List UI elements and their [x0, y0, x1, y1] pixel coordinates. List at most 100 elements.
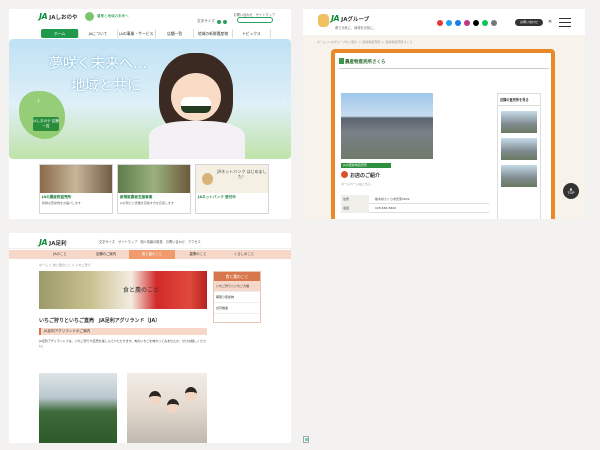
line-icon[interactable] — [482, 20, 488, 26]
card-image-text: JAネットバンク はじめました！ — [217, 169, 267, 179]
sidebar-item-food-education[interactable]: 食育推進 — [214, 303, 260, 314]
nav-life[interactable]: くらしのこと — [221, 250, 267, 259]
ja-group-screenshot: JA JAグループ 食で元気に、地域を元気に。 お問い合わせ ✕ ホーム ＞ J… — [303, 9, 585, 219]
divider — [339, 68, 549, 69]
bird-mascot-icon — [202, 173, 213, 185]
ja-ashikaga-logo[interactable]: JA JA足利 — [39, 238, 66, 247]
logo-ja-mark: JA — [39, 12, 48, 21]
ja-group-logo[interactable]: JA JAグループ — [331, 14, 369, 23]
social-links — [437, 20, 497, 26]
store-title: 農産物直売所さくら — [345, 60, 386, 65]
logo-ja-mark: JA — [39, 238, 48, 247]
back-to-top-button[interactable]: ▲ TOP — [563, 183, 579, 199]
store-thumb[interactable] — [501, 165, 537, 187]
nav-produce[interactable]: 地域の新鮮農産物 — [194, 29, 233, 38]
person-face — [185, 387, 197, 401]
nav-food-agri[interactable]: 食と農のこと — [129, 250, 175, 259]
ja-shionoya-screenshot: JA JAしおのや 農業と地域の未来へ お問い合わせ サイトマップ 文字サイズ … — [9, 9, 291, 219]
utility-links[interactable]: 文字サイズ サイトマップ 個人情報の取扱 お問い合わせ アクセス — [99, 239, 201, 244]
font-size-small-button[interactable] — [216, 19, 221, 24]
tomato-icon — [341, 171, 348, 178]
card-title: JAネットバンク 受付中 — [198, 195, 236, 199]
slider-prev-icon[interactable]: ‹ — [37, 97, 40, 105]
tiktok-icon[interactable] — [473, 20, 479, 26]
card-desc: 新鮮な農産物をお届けします — [42, 201, 82, 205]
breadcrumb[interactable]: ホーム ＞ 食と農のこと ＞ いちご狩り — [39, 263, 91, 267]
card-image — [40, 165, 112, 193]
breadcrumb[interactable]: ホーム ＞ JAグループのご紹介 ＞ 農産物直売所 ＞ 農産物直売所さくら — [317, 40, 412, 44]
subtitle: 食で元気に、地域を元気に。 — [335, 26, 377, 30]
menu-icon[interactable] — [559, 18, 571, 27]
global-nav: JAのこと 店舗のご案内 食と農のこと 農業のこと くらしのこと — [9, 250, 291, 259]
logo-ja-mark: JA — [331, 14, 340, 23]
card-image: JAネットバンク はじめました！ — [196, 165, 268, 193]
sidebar-item-strawberry[interactable]: いちご狩りといちご大福 — [214, 281, 260, 292]
store-thumb[interactable] — [501, 111, 537, 133]
mascot-icon — [318, 14, 329, 27]
nav-about[interactable]: JAのこと — [37, 250, 83, 259]
slider-next-icon[interactable]: › — [282, 97, 285, 105]
banner-title: 食と農のこと — [123, 287, 160, 294]
nav-topics[interactable]: トピックス — [233, 29, 271, 38]
nav-about[interactable]: JAについて — [79, 29, 118, 38]
sidebar-item-produce[interactable]: 朝取り農産物 — [214, 292, 260, 303]
card-direct-sales[interactable]: JAの農産物直売所 新鮮な農産物をお届けします — [39, 164, 113, 214]
hero-catchcopy-1: 夢咲く未来へ… — [49, 56, 147, 72]
store-list-badge[interactable]: JAしおのや 店舗一覧 — [33, 117, 59, 131]
font-size-large-button[interactable] — [222, 19, 227, 24]
font-size-control: 文字サイズ — [197, 19, 227, 24]
top-label: TOP — [567, 191, 575, 195]
section-sidebar: 食と農のこと いちご狩りといちご大福 朝取り農産物 食育推進 — [213, 271, 261, 323]
rss-icon[interactable] — [491, 20, 497, 26]
intro-heading: お店のご紹介 — [350, 173, 381, 179]
category-label: JAの農産物直売所 — [341, 163, 391, 168]
table-row: 電話 028-682-8490 — [341, 203, 489, 213]
table-value: 栃木県さくら市氏家2652 — [375, 197, 410, 201]
nav-home[interactable]: ホーム — [41, 29, 80, 38]
twitter-icon[interactable] — [446, 20, 452, 26]
card-netbank[interactable]: JAネットバンク はじめました！ JAネットバンク 受付中 — [195, 164, 269, 214]
global-nav: ホーム JAについて JAの事業・サービス 店舗一覧 地域の新鮮農産物 トピック… — [41, 29, 271, 38]
person-face — [167, 399, 179, 413]
instagram-icon[interactable] — [464, 20, 470, 26]
region-map-graphic — [19, 91, 65, 139]
nearby-stores-sidebar: 近隣の直売所を見る — [497, 93, 541, 219]
mascot-icon — [85, 12, 94, 21]
nav-services[interactable]: JAの事業・サービス — [118, 29, 156, 38]
nav-farming[interactable]: 農業のこと — [175, 250, 221, 259]
body-text: JA足利アグリランドでは、いちご狩りや直売を楽しんでいただけます。旬のいちごを味… — [39, 339, 206, 348]
card-title: JAの農産物直売所 — [42, 195, 72, 199]
sidebar-heading: 近隣の直売所を見る — [498, 94, 540, 106]
store-info-table: 住所 栃木県さくら市氏家2652 電話 028-682-8490 — [341, 194, 489, 213]
youtube-icon[interactable] — [437, 20, 443, 26]
girl-photo-body — [149, 121, 245, 159]
table-key: 住所 — [341, 194, 369, 204]
logo-name: JAしおのや — [49, 14, 78, 21]
sidebar-heading: 食と農のこと — [214, 272, 260, 281]
section-heading: JA足利アグリランドのご案内 — [39, 328, 207, 335]
store-icon — [339, 58, 344, 64]
greenhouse-photo — [39, 373, 117, 443]
font-size-label: 文字サイズ — [197, 19, 215, 23]
tagline: 農業と地域の未来へ — [97, 14, 129, 18]
close-icon[interactable]: ✕ — [548, 19, 552, 25]
table-key: 電話 — [341, 203, 369, 213]
broken-image-icon — [303, 436, 309, 443]
page-banner: 食と農のこと — [39, 271, 207, 309]
facebook-icon[interactable] — [455, 20, 461, 26]
onigiri-graphic — [181, 97, 211, 113]
nav-stores[interactable]: 店舗一覧 — [156, 29, 195, 38]
store-photo — [341, 93, 433, 159]
logo-name: JAグループ — [341, 16, 370, 23]
card-new-farmer[interactable]: 新規就農者支援事業 JAが新たに農業を目指す方を応援します — [117, 164, 191, 214]
contact-button[interactable]: お問い合わせ — [515, 19, 543, 26]
page-heading: いちご狩りといちご直売 JA足利アグリランド（JA） — [39, 318, 161, 324]
feature-cards: JAの農産物直売所 新鮮な農産物をお届けします 新規就農者支援事業 JAが新たに… — [39, 164, 269, 214]
homepage-link[interactable]: ホームページはこちら — [341, 182, 371, 186]
ja-shionoya-logo[interactable]: JA JAしおのや — [39, 12, 77, 21]
nav-stores[interactable]: 店舗のご案内 — [83, 250, 129, 259]
logo-name: JA足利 — [49, 240, 67, 247]
search-input[interactable] — [237, 17, 273, 23]
hero-catchcopy-2: 地域と共に — [71, 78, 141, 94]
store-thumb[interactable] — [501, 138, 537, 160]
